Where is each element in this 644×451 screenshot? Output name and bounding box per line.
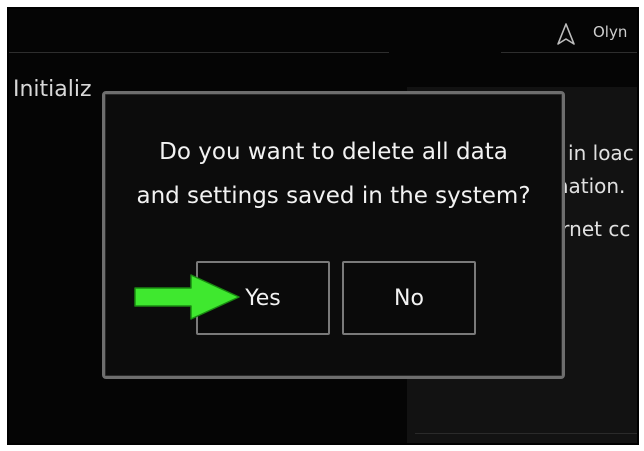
confirm-delete-dialog: Do you want to delete all data and setti… <box>102 91 565 379</box>
dialog-message-line-1: Do you want to delete all data <box>159 139 508 165</box>
header-divider-left <box>9 52 389 53</box>
display-screen: Olyn Initializ d in loac mation. ernet c… <box>7 7 639 445</box>
yes-button-label: Yes <box>245 285 281 311</box>
page-title: Initializ <box>13 77 92 102</box>
user-name[interactable]: Olyn <box>593 23 627 41</box>
green-arrow-icon <box>134 274 240 320</box>
dialog-message-line-2: and settings saved in the system? <box>136 183 531 209</box>
navigation-arrow-icon[interactable] <box>557 23 575 45</box>
dialog-message: Do you want to delete all data and setti… <box>105 130 562 218</box>
screenshot-frame: Olyn Initializ d in loac mation. ernet c… <box>0 0 644 451</box>
header-divider-right <box>501 52 637 53</box>
panel-divider <box>415 433 637 434</box>
no-button-label: No <box>394 285 424 311</box>
no-button[interactable]: No <box>342 261 476 335</box>
